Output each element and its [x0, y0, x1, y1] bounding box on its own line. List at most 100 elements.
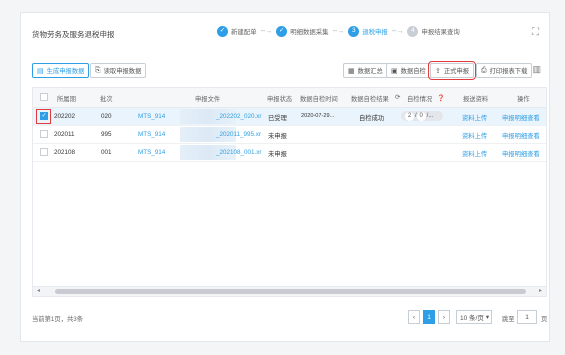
step-1-label: 新建配单 [231, 28, 257, 36]
pagination-bar: 当前第1页，共3条 ‹ 1 › 10 条/页 ▾ 跳至 1 页 [32, 309, 547, 327]
pill-tail: /... [426, 113, 434, 119]
cell-batch: 020 [101, 113, 112, 120]
row-checkbox[interactable] [40, 148, 48, 156]
cell-detail-view[interactable]: 申报明细查看 [502, 113, 540, 122]
cell-file-prefix[interactable]: MTS_914 [138, 149, 165, 156]
cell-detail-view[interactable]: 申报明细查看 [502, 149, 540, 158]
step-3-number: 3 [348, 25, 360, 37]
select-all-checkbox[interactable] [40, 93, 48, 101]
pill-count-a: 2 [405, 111, 414, 121]
pill-count-b: 0 [416, 111, 426, 121]
col-batch: 批次 [100, 96, 113, 103]
print-download-button[interactable]: ⎙ 打印报表下载 [476, 63, 533, 78]
cell-doc-upload[interactable]: 资料上传 [462, 149, 487, 158]
formal-declare-button[interactable]: ⇪ 正式申报 [427, 61, 477, 80]
cell-check-time: 2020-07-29... [301, 113, 335, 119]
generate-data-button[interactable]: ▤ 生成申报数据 [32, 63, 90, 78]
cell-status: 已受理 [268, 115, 287, 122]
chevron-down-icon: ▾ [485, 314, 490, 321]
step-4-number: 4 [407, 25, 419, 37]
page-size-select[interactable]: 10 条/页 ▾ [456, 310, 492, 324]
check-file-icon: ▣ [391, 67, 398, 75]
scroll-thumb[interactable] [55, 289, 526, 294]
goto-suffix: 页 [541, 316, 548, 323]
summary-icon: ▦ [348, 67, 355, 75]
help-icon[interactable]: ❓ [437, 94, 445, 102]
step-4: 4 申报结果查询 [407, 25, 460, 37]
cell-check-result: 自检成功 [359, 115, 385, 122]
cell-status: 未申报 [268, 133, 287, 140]
cell-file-suffix[interactable]: _202108_001.xr [216, 149, 262, 156]
step-arrow-icon: --→ [260, 27, 273, 35]
page-size-value: 10 条/页 [460, 315, 484, 322]
declaration-table: 所属期 批次 申报文件 申报状态 数据自检时间 数据自检结果 ⟳ 自检情况 ❓ … [32, 87, 547, 297]
cell-file-prefix[interactable]: MTS_914 [138, 131, 165, 138]
step-progress: ✓ 新建配单 --→ ✓ 明细数据采集 --→ 3 退税申报 --→ 4 申报结… [217, 24, 460, 38]
cell-status: 未申报 [268, 151, 287, 158]
col-check-time: 数据自检时间 [300, 96, 338, 103]
col-documents: 报送资料 [463, 96, 489, 103]
check-icon: ✓ [217, 25, 228, 37]
next-page-icon[interactable]: › [438, 310, 450, 324]
table-row[interactable]: 202108 001 MTS_914 _202108_001.xr 未申报 资料… [33, 144, 546, 162]
check-status-pill[interactable]: 2/0/... [401, 111, 443, 121]
step-arrow-icon: --→ [391, 27, 404, 35]
page-title: 货物劳务及服务退税申报 [32, 30, 115, 39]
goto-page-input[interactable]: 1 [517, 310, 537, 324]
cell-doc-upload[interactable]: 资料上传 [462, 113, 487, 122]
cell-period: 202011 [54, 131, 75, 138]
step-1: ✓ 新建配单 [217, 25, 257, 37]
cell-doc-upload[interactable]: 资料上传 [462, 131, 487, 140]
table-row[interactable]: 202011 995 MTS_914 _202011_995.xr 未申报 资料… [33, 126, 546, 144]
upload-icon: ⇪ [435, 67, 441, 75]
self-check-label: 数据自检 [400, 68, 426, 75]
step-arrow-icon: --→ [332, 27, 345, 35]
cell-file-suffix[interactable]: _202011_995.xr [216, 131, 261, 138]
read-data-button[interactable]: ⎘ 读取申报数据 [90, 63, 147, 78]
cell-batch: 001 [101, 149, 112, 156]
col-operation: 操作 [517, 96, 530, 103]
cell-file-suffix[interactable]: _202202_020.xr [216, 113, 262, 120]
refresh-icon[interactable]: ⟳ [395, 94, 400, 101]
printer-icon: ⎙ [481, 66, 487, 74]
goto-label: 跳至 [502, 316, 515, 323]
step-3: 3 退税申报 [348, 25, 388, 37]
cell-period: 202108 [54, 149, 76, 156]
column-settings-icon[interactable]: ▥ [532, 64, 541, 75]
generate-data-label: 生成申报数据 [46, 68, 85, 75]
step-2: ✓ 明细数据采集 [276, 25, 329, 37]
table-row[interactable]: ✓ 202202 020 MTS_914 _202202_020.xr 已受理 … [33, 108, 546, 126]
scroll-right-icon[interactable]: ▸ [539, 287, 542, 294]
col-check-result: 数据自检结果 [351, 96, 389, 103]
self-check-button[interactable]: ▣ 数据自检 [386, 63, 431, 78]
record-summary: 当前第1页，共3条 [32, 316, 84, 323]
data-summary-label: 数据汇总 [357, 68, 383, 75]
cell-file-prefix[interactable]: MTS_914 [138, 113, 165, 120]
cell-batch: 995 [101, 131, 112, 138]
print-download-label: 打印报表下载 [489, 68, 528, 75]
fullscreen-icon[interactable]: ⛶ [532, 27, 539, 38]
col-period: 所属期 [57, 96, 76, 103]
scroll-left-icon[interactable]: ◂ [37, 287, 40, 294]
toolbar: ▤ 生成申报数据 ⎘ 读取申报数据 ▦ 数据汇总 ▣ 数据自检 ⇪ 正式申报 ⎙… [32, 61, 541, 80]
step-4-label: 申报结果查询 [421, 28, 460, 36]
check-icon: ✓ [276, 25, 288, 37]
table-header: 所属期 批次 申报文件 申报状态 数据自检时间 数据自检结果 ⟳ 自检情况 ❓ … [33, 88, 546, 108]
row-checkbox[interactable]: ✓ [40, 112, 48, 120]
page-number-button[interactable]: 1 [423, 310, 435, 324]
data-summary-button[interactable]: ▦ 数据汇总 [343, 63, 388, 78]
read-file-icon: ⎘ [95, 66, 101, 74]
horizontal-scrollbar[interactable]: ◂ ▸ [33, 286, 546, 296]
col-check-status: 自检情况 [407, 96, 433, 103]
col-file: 申报文件 [195, 96, 221, 103]
step-3-label: 退税申报 [362, 28, 388, 36]
declaration-panel: 货物劳务及服务退税申报 ✓ 新建配单 --→ ✓ 明细数据采集 --→ 3 退税… [20, 12, 550, 342]
prev-page-icon[interactable]: ‹ [408, 310, 420, 324]
row-checkbox[interactable] [40, 130, 48, 138]
document-icon: ▤ [37, 67, 44, 75]
cell-period: 202202 [54, 113, 76, 120]
col-status: 申报状态 [267, 96, 293, 103]
read-data-label: 读取申报数据 [103, 68, 142, 75]
formal-declare-label: 正式申报 [443, 68, 470, 75]
cell-detail-view[interactable]: 申报明细查看 [502, 131, 540, 140]
